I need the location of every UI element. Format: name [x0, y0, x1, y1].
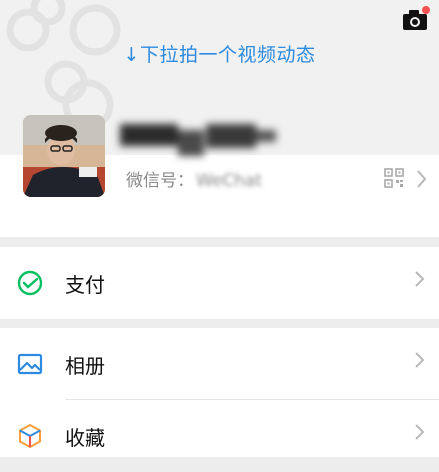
wechat-pay-icon	[17, 270, 43, 296]
notification-dot	[422, 6, 430, 14]
menu-item-album[interactable]: 相册	[0, 328, 439, 400]
wechat-id[interactable]: 微信号： WeChat	[126, 166, 262, 191]
menu-item-label: 支付	[65, 273, 105, 297]
chevron-right-icon	[415, 424, 425, 440]
wechat-id-label: 微信号：	[126, 171, 194, 191]
chevron-right-icon	[415, 271, 425, 287]
qrcode-button[interactable]	[384, 168, 404, 192]
collection-section: 相册 收藏	[0, 328, 439, 457]
profile-chevron-right-icon	[417, 170, 427, 188]
camera-icon	[403, 6, 430, 30]
nickname-blurred[interactable]	[118, 116, 278, 160]
menu-item-label: 收藏	[65, 426, 105, 450]
album-icon	[17, 353, 43, 375]
wechat-id-value: WeChat	[196, 171, 262, 191]
avatar-photo	[23, 115, 105, 197]
pay-section: 支付	[0, 247, 439, 319]
avatar[interactable]	[23, 115, 105, 197]
menu-item-label: 相册	[65, 354, 105, 378]
favorites-cube-icon	[19, 423, 41, 449]
menu-item-favorites[interactable]: 收藏	[0, 400, 439, 472]
chevron-right-icon	[415, 352, 425, 368]
menu-item-pay[interactable]: 支付	[0, 247, 439, 319]
pull-down-video-hint[interactable]: ↓下拉拍一个视频动态	[0, 40, 439, 67]
camera-button[interactable]	[399, 4, 431, 32]
qrcode-icon	[384, 168, 404, 188]
